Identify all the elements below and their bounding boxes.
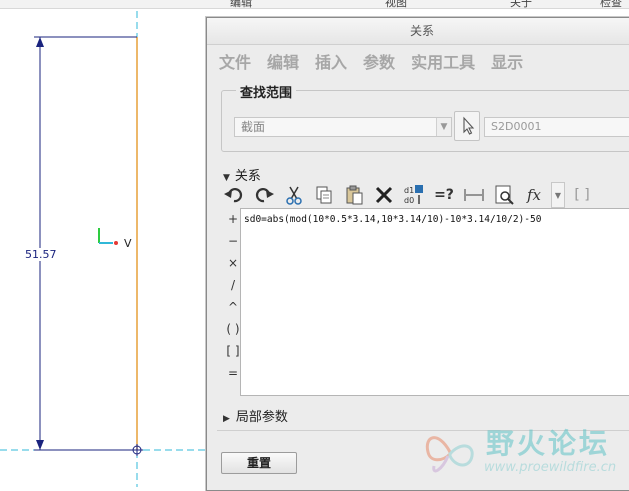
- axis-origin-icon: [114, 241, 118, 245]
- scope-type-dropdown[interactable]: 截面 ▼: [234, 117, 452, 137]
- function-icon[interactable]: fx: [521, 183, 547, 207]
- menu-display[interactable]: 显示: [491, 49, 523, 73]
- watermark: 野火论坛 www.proewildfire.cn: [420, 418, 625, 484]
- butterfly-logo-icon: [425, 436, 474, 473]
- paste-icon[interactable]: [341, 183, 367, 207]
- find-scope-legend: 查找范围: [236, 82, 297, 101]
- delete-icon[interactable]: [371, 183, 397, 207]
- svg-text:d0: d0: [404, 196, 414, 205]
- relations-toolbar: d1 d0 =? fx ▼ [ ]: [221, 182, 599, 208]
- reset-button[interactable]: 重置: [221, 452, 297, 474]
- display-icon[interactable]: [491, 183, 517, 207]
- menu-parameters[interactable]: 参数: [363, 49, 395, 73]
- bracket-icon[interactable]: [ ]: [569, 183, 595, 207]
- dimension-arrow-top: [36, 37, 44, 47]
- expand-triangle-icon: ▶: [223, 414, 230, 424]
- local-parameters-label: 局部参数: [235, 410, 288, 425]
- menu-utilities[interactable]: 实用工具: [411, 49, 475, 73]
- local-parameters-header[interactable]: ▶ 局部参数: [223, 406, 288, 425]
- pointer-arrow-icon: [463, 116, 475, 135]
- main-menu-fragment-3[interactable]: 关于: [510, 0, 532, 10]
- dimension-arrow-bottom: [36, 440, 44, 450]
- select-pointer-button[interactable]: [454, 111, 480, 141]
- find-scope-group: 查找范围 截面 ▼ S2D0001: [221, 82, 629, 152]
- main-window-top-strip: 编辑 视图 关于 检查: [0, 0, 629, 9]
- menu-insert[interactable]: 插入: [315, 49, 347, 73]
- scope-type-value: 截面: [241, 120, 266, 134]
- dialog-title[interactable]: 关系: [207, 18, 629, 45]
- undo-icon[interactable]: [221, 183, 247, 207]
- main-menu-fragment-1[interactable]: 编辑: [230, 0, 252, 10]
- redo-icon[interactable]: [251, 183, 277, 207]
- menu-edit[interactable]: 编辑: [267, 49, 299, 73]
- svg-text:d1: d1: [404, 186, 414, 195]
- menu-file[interactable]: 文件: [219, 49, 251, 73]
- watermark-url: www.proewildfire.cn: [484, 460, 617, 475]
- main-menu-fragment-4[interactable]: 检查: [600, 0, 622, 10]
- main-menu-fragment-2[interactable]: 视图: [385, 0, 407, 10]
- selected-section-field[interactable]: S2D0001: [484, 117, 629, 137]
- sort-icon[interactable]: d1 d0: [401, 183, 427, 207]
- relations-editor[interactable]: sd0=abs(mod(10*0.5*3.14,10*3.14/10)-10*3…: [240, 208, 629, 396]
- function-dropdown-chevron-icon[interactable]: ▼: [551, 182, 565, 208]
- chevron-down-icon[interactable]: ▼: [436, 118, 451, 136]
- evaluate-icon[interactable]: =?: [431, 183, 457, 207]
- copy-icon[interactable]: [311, 183, 337, 207]
- dialog-menubar: 文件 编辑 插入 参数 实用工具 显示: [207, 45, 629, 77]
- measure-icon[interactable]: [461, 183, 487, 207]
- cut-icon[interactable]: [281, 183, 307, 207]
- dimension-value[interactable]: 51.57: [24, 248, 58, 261]
- vertical-constraint-label: V: [124, 237, 132, 250]
- watermark-title: 野火论坛: [486, 427, 611, 460]
